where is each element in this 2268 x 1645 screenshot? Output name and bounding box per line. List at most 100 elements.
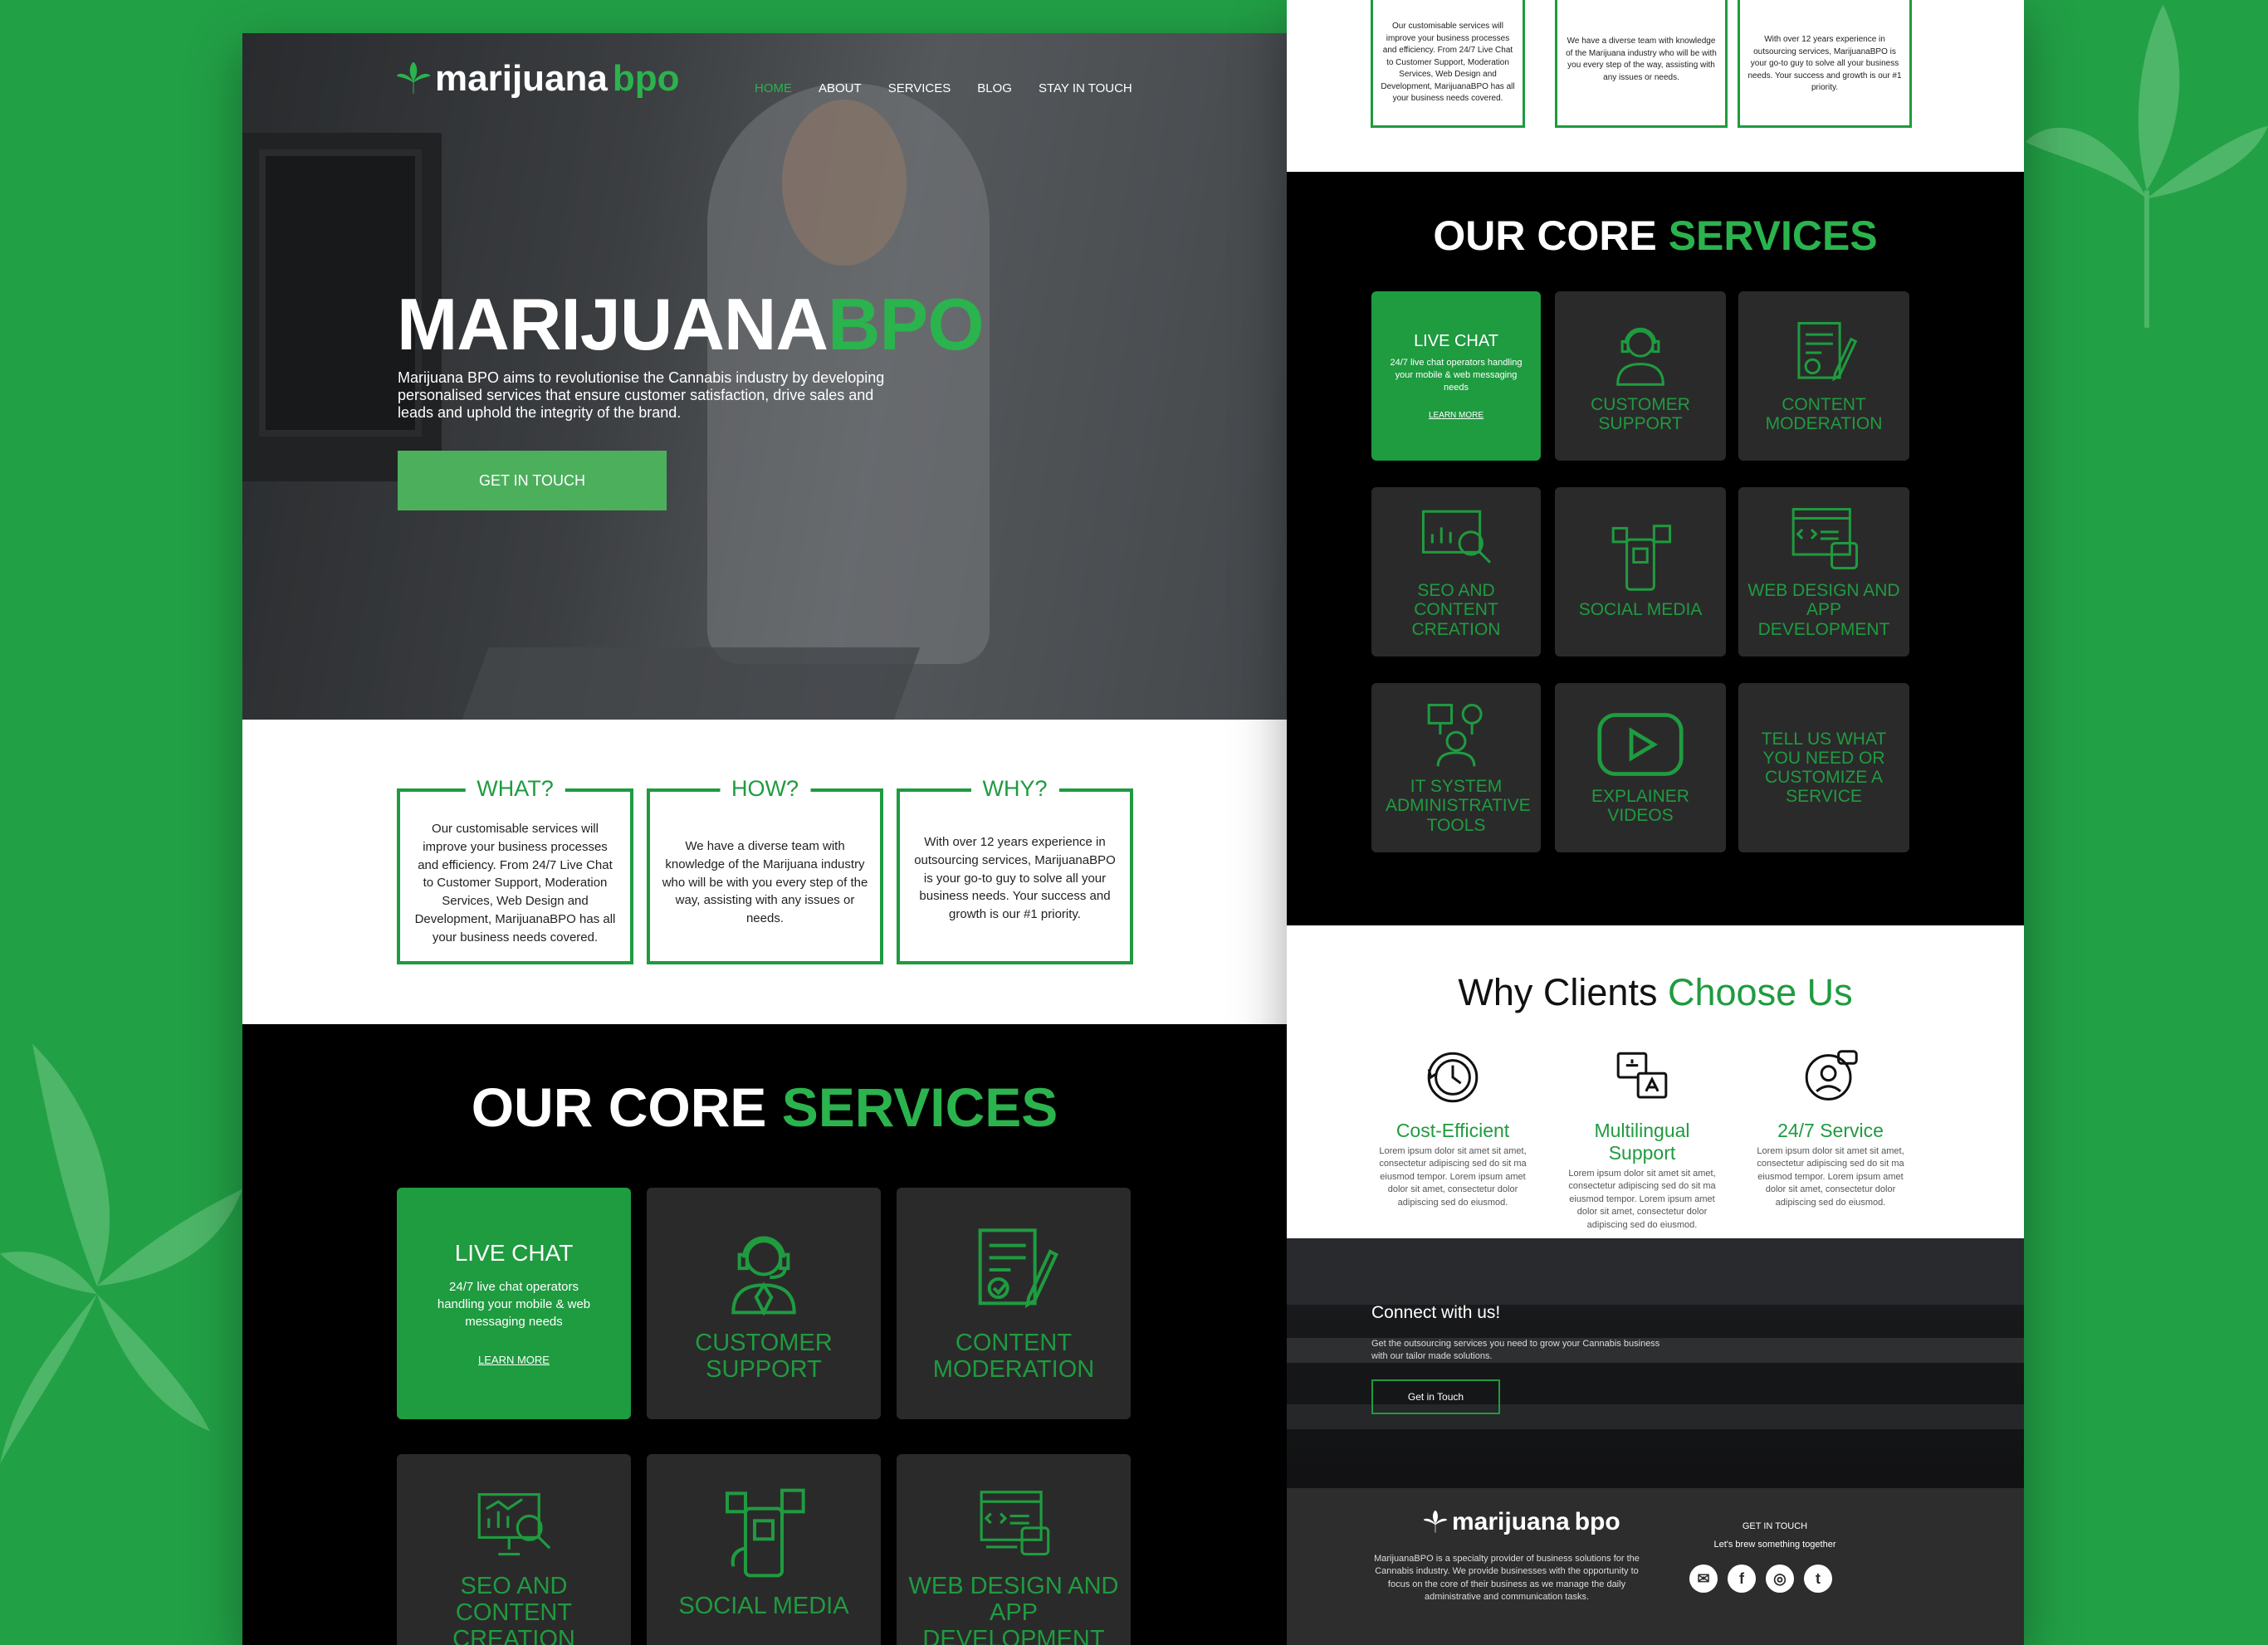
why-section-title: Why Clients Choose Us xyxy=(1287,971,2024,1014)
brand-logo[interactable]: marijuana bpo xyxy=(397,58,680,100)
info-box-text: With over 12 years experience in outsour… xyxy=(1747,35,1902,92)
info-box-text: We have a diverse team with knowledge of… xyxy=(1566,37,1717,82)
info-box-why: WHY? With over 12 years experience in ou… xyxy=(1738,0,1912,128)
clock-cycle-icon xyxy=(1427,1052,1479,1103)
services-title-part2: SERVICES xyxy=(1668,212,1878,259)
info-box-title: WHAT? xyxy=(465,776,565,802)
info-section: WHAT? Our customisable services will imp… xyxy=(242,720,1287,1024)
web-code-icon xyxy=(980,1491,1050,1556)
info-box-what: WHAT? Our customisable services will imp… xyxy=(397,776,633,964)
hero-section: marijuana bpo HOME ABOUT SERVICES BLOG ST… xyxy=(242,33,1287,720)
service-card-label: LIVE CHAT xyxy=(454,1240,574,1267)
info-box-text: With over 12 years experience in outsour… xyxy=(914,835,1116,921)
landing-page-preview-left: marijuana bpo HOME ABOUT SERVICES BLOG ST… xyxy=(242,33,1287,1645)
play-icon xyxy=(1597,712,1684,776)
service-card-custom[interactable]: TELL US WHAT YOU NEED OR CUSTOMIZE A SER… xyxy=(1738,683,1909,852)
document-pen-icon xyxy=(978,1228,1058,1308)
headset-agent-icon xyxy=(731,1236,796,1316)
logo-text-part1: marijuana xyxy=(435,58,608,99)
logo-text-part1: marijuana xyxy=(1452,1508,1570,1535)
connect-title: Connect with us! xyxy=(1371,1303,1501,1322)
learn-more-link[interactable]: LEARN MORE xyxy=(1429,411,1483,420)
services-section-title: OUR CORE SERVICES xyxy=(242,1076,1287,1139)
service-card-web-design[interactable]: WEB DESIGN AND APP DEVELOPMENT xyxy=(897,1454,1131,1645)
why-item-text: Lorem ipsum dolor sit amet sit amet, con… xyxy=(1757,1146,1904,1208)
service-card-label: CONTENT MODERATION xyxy=(932,1329,1095,1383)
nav-item-blog[interactable]: BLOG xyxy=(977,81,1012,95)
support-24-icon xyxy=(1805,1050,1858,1101)
why-item-multilingual: Multilingual Support Lorem ipsum dolor s… xyxy=(1559,1047,1725,1232)
connect-get-in-touch-button[interactable]: Get in Touch xyxy=(1371,1379,1500,1414)
nav-item-services[interactable]: SERVICES xyxy=(888,81,951,95)
get-in-touch-button[interactable]: GET IN TOUCH xyxy=(398,451,667,510)
phone-social-icon xyxy=(1611,525,1672,592)
logo-text-part2: bpo xyxy=(612,58,680,99)
info-box-text: Our customisable services will improve y… xyxy=(1381,22,1515,103)
why-item-title: 24/7 Service xyxy=(1777,1120,1884,1141)
cannabis-leaf-decoration xyxy=(2026,4,2268,328)
email-icon[interactable]: ✉ xyxy=(1689,1564,1718,1593)
why-title-part2: Choose Us xyxy=(1667,971,1853,1013)
footer: marijuana bpo MarijuanaBPO is a specialty… xyxy=(1287,1488,2024,1645)
instagram-icon[interactable]: ◎ xyxy=(1766,1564,1794,1593)
service-card-label: WEB DESIGN AND APP DEVELOPMENT xyxy=(1747,581,1900,639)
analytics-magnifier-icon xyxy=(477,1493,551,1556)
service-card-live-chat[interactable]: LIVE CHAT 24/7 live chat operators handl… xyxy=(1371,291,1541,461)
service-card-label: CUSTOMER SUPPORT xyxy=(1591,394,1690,433)
it-admin-icon xyxy=(1427,704,1483,767)
service-card-subtitle: 24/7 live chat operators handling your m… xyxy=(1390,358,1523,393)
footer-tagline: Let's brew something together xyxy=(1713,1540,1836,1550)
learn-more-link[interactable]: LEARN MORE xyxy=(478,1354,550,1366)
service-card-customer-support[interactable]: CUSTOMER SUPPORT xyxy=(647,1188,881,1419)
twitter-icon[interactable]: t xyxy=(1804,1564,1832,1593)
facebook-icon[interactable]: f xyxy=(1728,1564,1756,1593)
info-box-why: WHY? With over 12 years experience in ou… xyxy=(897,776,1133,964)
why-item-text: Lorem ipsum dolor sit amet sit amet, con… xyxy=(1379,1146,1527,1208)
why-item-text: Lorem ipsum dolor sit amet sit amet, con… xyxy=(1568,1169,1716,1230)
services-section-title: OUR CORE SERVICES xyxy=(1287,212,2024,260)
hero-title-part1: MARIJUANA xyxy=(397,283,829,365)
service-card-label: EXPLAINER VIDEOS xyxy=(1591,786,1689,825)
info-box-title: HOW? xyxy=(720,776,810,802)
service-card-it-system[interactable]: IT SYSTEM ADMINISTRATIVE TOOLS xyxy=(1371,683,1541,852)
nav-item-stay-in-touch[interactable]: STAY IN TOUCH xyxy=(1039,81,1132,95)
service-card-explainer-videos[interactable]: EXPLAINER VIDEOS xyxy=(1555,683,1726,852)
service-card-label: LIVE CHAT xyxy=(1414,332,1498,351)
info-section-cropped: WHAT? Our customisable services will imp… xyxy=(1287,0,2024,172)
service-card-social-media[interactable]: SOCIAL MEDIA xyxy=(647,1454,881,1645)
service-card-content-moderation[interactable]: CONTENT MODERATION xyxy=(897,1188,1131,1419)
service-card-seo[interactable]: SEO AND CONTENT CREATION xyxy=(1371,487,1541,657)
service-card-label: SEO AND CONTENT CREATION xyxy=(1411,581,1501,639)
info-box-text: We have a diverse team with knowledge of… xyxy=(662,839,868,925)
document-pen-icon xyxy=(1797,321,1858,382)
service-card-label: SOCIAL MEDIA xyxy=(1578,600,1703,620)
logo-text-part2: bpo xyxy=(1574,1508,1620,1535)
service-card-web-design[interactable]: WEB DESIGN AND APP DEVELOPMENT xyxy=(1738,487,1909,657)
main-nav: HOME ABOUT SERVICES BLOG STAY IN TOUCH xyxy=(755,81,1132,95)
hero-title-part2: BPO xyxy=(828,283,985,365)
nav-item-about[interactable]: ABOUT xyxy=(819,81,862,95)
landing-page-preview-right: WHAT? Our customisable services will imp… xyxy=(1287,0,2024,1645)
services-title-part1: OUR CORE xyxy=(1433,212,1657,259)
service-card-live-chat[interactable]: LIVE CHAT 24/7 live chat operators handl… xyxy=(397,1188,631,1419)
service-card-content-moderation[interactable]: CONTENT MODERATION xyxy=(1738,291,1909,461)
cannabis-leaf-decoration xyxy=(0,1043,242,1464)
web-code-icon xyxy=(1791,508,1859,570)
info-box-text: Our customisable services will improve y… xyxy=(414,822,616,945)
service-card-label: CUSTOMER SUPPORT xyxy=(695,1329,833,1383)
why-item-cost-efficient: Cost-Efficient Lorem ipsum dolor sit ame… xyxy=(1370,1047,1536,1209)
service-card-label: SOCIAL MEDIA xyxy=(678,1593,849,1619)
footer-logo[interactable]: marijuana bpo xyxy=(1424,1508,1620,1536)
analytics-magnifier-icon xyxy=(1421,510,1491,564)
why-item-24-7: 24/7 Service Lorem ipsum dolor sit amet … xyxy=(1747,1047,1914,1209)
cannabis-leaf-icon xyxy=(1424,1511,1447,1533)
service-card-label: TELL US WHAT YOU NEED OR CUSTOMIZE A SER… xyxy=(1761,729,1887,807)
service-card-customer-support[interactable]: CUSTOMER SUPPORT xyxy=(1555,291,1726,461)
nav-item-home[interactable]: HOME xyxy=(755,81,792,95)
service-card-label: CONTENT MODERATION xyxy=(1765,394,1883,433)
service-card-seo[interactable]: SEO AND CONTENT CREATION xyxy=(397,1454,631,1645)
hero-description: Marijuana BPO aims to revolutionise the … xyxy=(398,369,885,421)
service-card-social-media[interactable]: SOCIAL MEDIA xyxy=(1555,487,1726,657)
why-item-title: Cost-Efficient xyxy=(1396,1120,1510,1141)
services-title-part1: OUR CORE xyxy=(471,1076,767,1138)
